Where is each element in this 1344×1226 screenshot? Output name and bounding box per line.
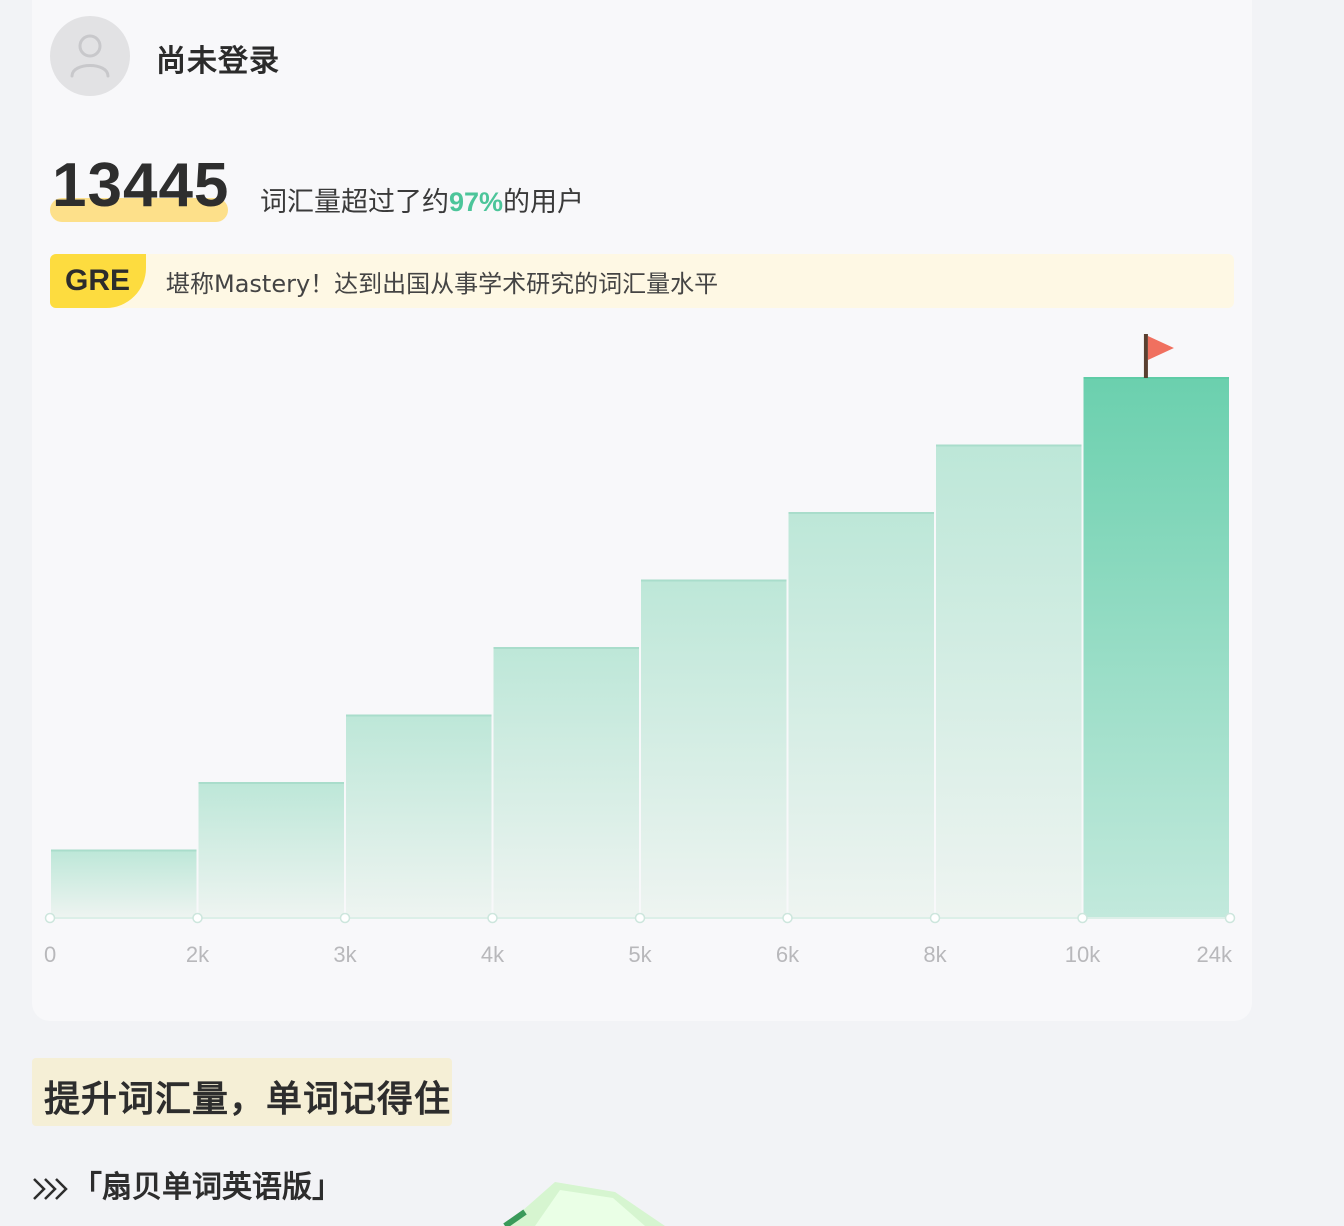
chart-bar-5k-6k	[641, 580, 787, 918]
chart-bar-2k-3k	[198, 783, 344, 918]
app-link-label: 「扇贝单词英语版」	[72, 1170, 342, 1205]
x-tick-dot	[44, 912, 56, 924]
x-tick-label: 24k	[1197, 942, 1233, 967]
x-tick-label: 4k	[481, 942, 505, 967]
x-tick-dot	[339, 912, 351, 924]
x-tick-label: 2k	[186, 942, 210, 967]
x-tick-label: 10k	[1065, 942, 1101, 967]
section-title: 提升词汇量，单词记得住	[44, 1079, 452, 1120]
app-link[interactable]: 「扇贝单词英语版」	[32, 1162, 342, 1206]
x-tick-dot	[1224, 912, 1236, 924]
chart-bar-4k-5k	[493, 648, 639, 918]
x-tick-dot	[487, 912, 498, 924]
flag-icon	[1143, 334, 1174, 378]
book-illustration	[503, 1182, 665, 1226]
x-tick-label: 6k	[776, 942, 800, 967]
chart-bar-3k-4k	[346, 715, 492, 918]
chart-bar-0-2k	[51, 850, 197, 918]
x-tick-dot	[192, 912, 203, 924]
x-tick-label: 0	[44, 942, 56, 967]
x-tick-dot	[929, 912, 941, 924]
chart-bar-6k-8k	[788, 513, 934, 918]
x-tick-dot	[634, 912, 646, 924]
chart-bar-10k-24k	[1083, 378, 1229, 918]
triple-chevron-right-icon	[33, 1177, 68, 1200]
x-tick-label: 8k	[923, 942, 947, 967]
x-tick-dot	[1077, 912, 1088, 924]
chart-bar-8k-10k	[936, 445, 1082, 918]
x-tick-label: 5k	[628, 942, 652, 967]
x-tick-dot	[782, 912, 793, 924]
vocab-distribution-chart: 0 2k 3k 4k 5k 6k 8k 10k 24k	[44, 334, 1236, 967]
x-tick-label: 3k	[333, 942, 357, 967]
